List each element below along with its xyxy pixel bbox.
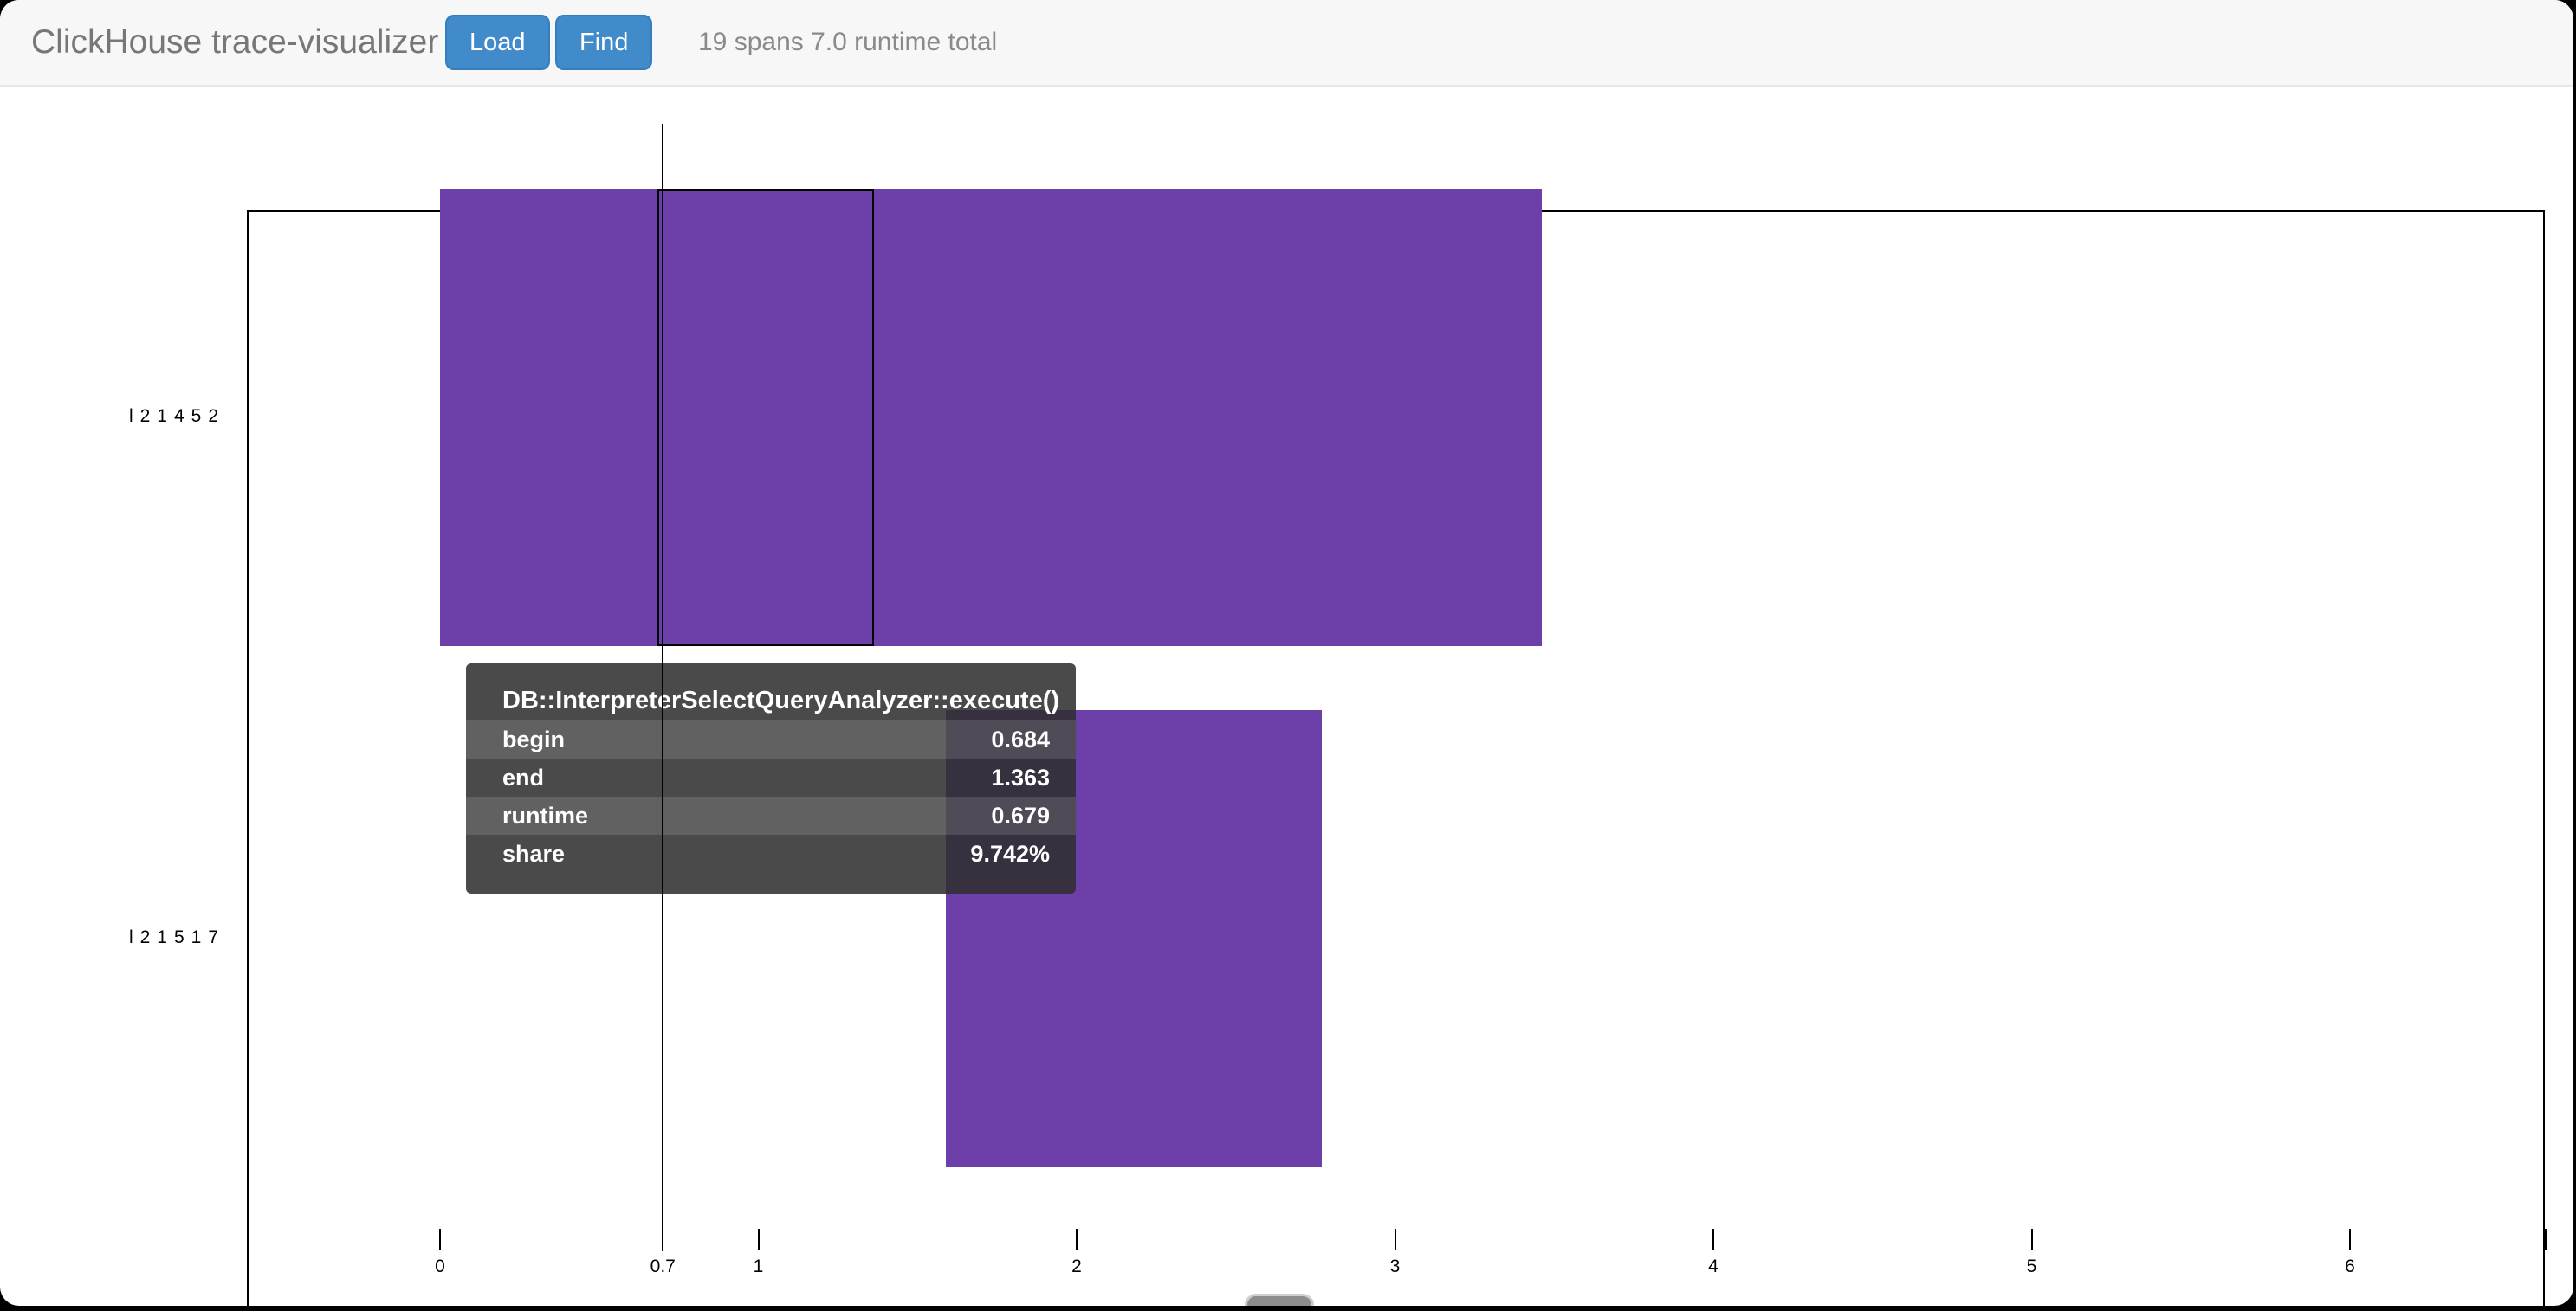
x-axis-tick bbox=[439, 1229, 441, 1250]
spans-summary: 19 spans 7.0 runtime total bbox=[698, 28, 997, 57]
tooltip-row-share: share 9.742% bbox=[466, 835, 1076, 873]
app-title: ClickHouse trace-visualizer bbox=[31, 23, 438, 61]
tooltip-value: 9.742% bbox=[970, 841, 1050, 868]
tooltip-row-end: end 1.363 bbox=[466, 759, 1076, 797]
time-cursor-line bbox=[662, 124, 663, 1251]
x-axis-tick bbox=[1712, 1229, 1714, 1250]
tooltip-span-name: DB::InterpreterSelectQueryAnalyzer::exec… bbox=[466, 681, 1076, 720]
x-axis-tick bbox=[2349, 1229, 2351, 1250]
tooltip-value: 1.363 bbox=[991, 765, 1050, 791]
tooltip-label: end bbox=[502, 765, 544, 791]
x-axis-outer-tick bbox=[2545, 1229, 2547, 1250]
tooltip-row-runtime: runtime 0.679 bbox=[466, 797, 1076, 835]
horizontal-scrollbar-thumb[interactable] bbox=[1245, 1294, 1314, 1306]
tooltip-label: begin bbox=[502, 727, 565, 753]
x-axis-tick bbox=[1395, 1229, 1396, 1250]
tooltip-label: runtime bbox=[502, 803, 588, 830]
x-axis-tick-label: 0 bbox=[401, 1256, 479, 1277]
load-button[interactable]: Load bbox=[445, 15, 550, 70]
x-axis-tick-label: 5 bbox=[1993, 1256, 2071, 1277]
trace-chart: DB::InterpreterSelectQueryAnalyzer::exec… bbox=[0, 87, 2573, 1306]
tooltip-row-begin: begin 0.684 bbox=[466, 720, 1076, 759]
tooltip-value: 0.684 bbox=[991, 727, 1050, 753]
trace-span-highlighted[interactable] bbox=[657, 189, 874, 646]
app-window: ClickHouse trace-visualizer Load Find 19… bbox=[0, 0, 2573, 1306]
x-axis-tick-label: 0.7 bbox=[624, 1256, 702, 1277]
app-header: ClickHouse trace-visualizer Load Find 19… bbox=[0, 0, 2573, 87]
span-tooltip: DB::InterpreterSelectQueryAnalyzer::exec… bbox=[466, 663, 1076, 894]
x-axis-tick-label: 2 bbox=[1038, 1256, 1116, 1277]
trace-span[interactable] bbox=[440, 189, 1542, 646]
x-axis-tick-label: 6 bbox=[2311, 1256, 2389, 1277]
thread-label: l21452 bbox=[17, 406, 225, 427]
x-axis-tick bbox=[758, 1229, 760, 1250]
tooltip-label: share bbox=[502, 841, 565, 868]
tooltip-value: 0.679 bbox=[991, 803, 1050, 830]
x-axis-tick-label: 4 bbox=[1674, 1256, 1752, 1277]
x-axis-tick bbox=[1076, 1229, 1078, 1250]
find-button[interactable]: Find bbox=[555, 15, 652, 70]
x-axis-tick bbox=[2031, 1229, 2033, 1250]
x-axis-tick-label: 1 bbox=[720, 1256, 798, 1277]
thread-label: l21517 bbox=[17, 927, 225, 948]
x-axis-tick-label: 3 bbox=[1356, 1256, 1434, 1277]
x-axis-outer-tick bbox=[247, 1229, 249, 1250]
